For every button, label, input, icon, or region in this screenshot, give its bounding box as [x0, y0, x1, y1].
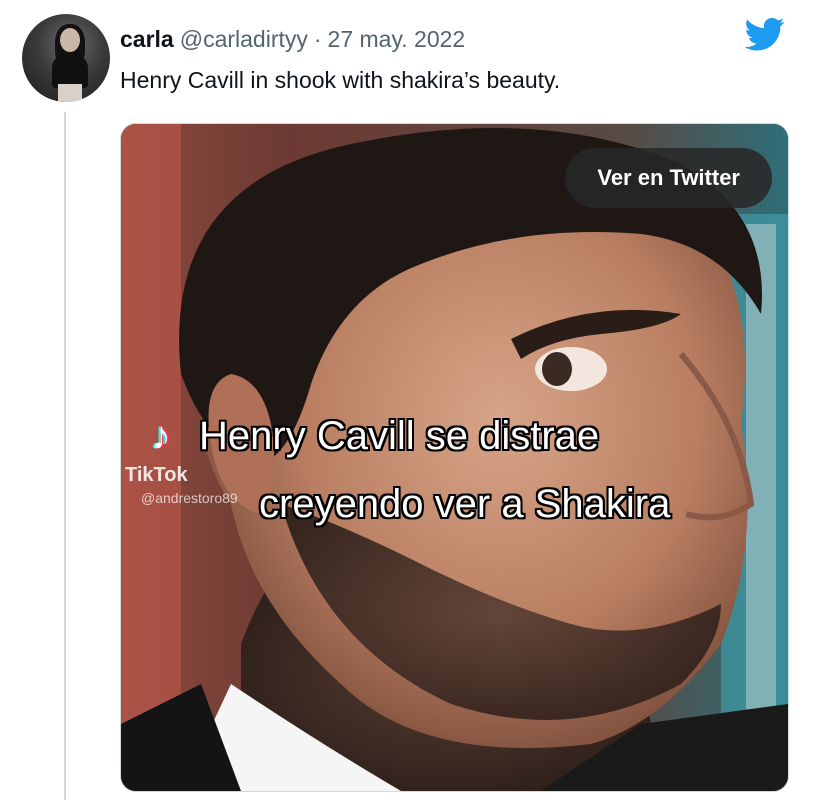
caption-line-2: creyendo ver a Shakira	[259, 482, 671, 526]
caption-line-1: Henry Cavill se distrae	[199, 414, 600, 458]
tweet-media-video[interactable]: Ver en Twitter ♪ TikTok @andrestoro89 He…	[120, 123, 789, 792]
avatar[interactable]	[22, 14, 110, 102]
display-name[interactable]: carla	[120, 26, 174, 53]
thread-line	[64, 112, 66, 800]
tweet-date[interactable]: 27 may. 2022	[328, 26, 466, 53]
view-on-twitter-button[interactable]: Ver en Twitter	[565, 148, 772, 208]
tweet-text: Henry Cavill in shook with shakira’s bea…	[120, 67, 561, 93]
twitter-bird-icon[interactable]	[742, 14, 788, 54]
tweet-header: carla @carladirtyy · 27 may. 2022	[120, 26, 465, 54]
user-handle[interactable]: @carladirtyy	[180, 26, 308, 53]
tiktok-watermark-user: @andrestoro89	[141, 490, 238, 506]
tiktok-watermark-brand: TikTok	[125, 464, 188, 486]
separator: ·	[313, 26, 322, 52]
tiktok-note-icon: ♪	[151, 414, 171, 458]
